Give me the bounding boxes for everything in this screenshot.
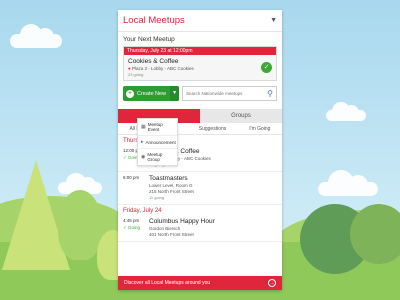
cloud bbox=[318, 170, 378, 196]
create-new-label: Create New bbox=[137, 90, 167, 97]
chevron-down-icon[interactable]: ▼ bbox=[170, 86, 180, 101]
next-meetup-location: ● Plaza 3 - Lobby - ABC Cookies bbox=[128, 66, 272, 71]
check-icon: ✓ bbox=[261, 62, 272, 73]
event-time-column: 6:00 pm bbox=[123, 175, 149, 200]
event-time: 6:00 pm bbox=[123, 175, 140, 180]
menu-item-meetup-event[interactable]: ▦ Meetup Event bbox=[138, 119, 177, 136]
action-bar: + Create New ▼ Search Nationwide meetups… bbox=[118, 81, 282, 101]
group-icon: ◉ bbox=[141, 154, 146, 160]
tree bbox=[350, 204, 400, 264]
arrow-right-icon: → bbox=[268, 279, 276, 287]
page-title: Local Meetups bbox=[123, 15, 185, 26]
event-info: Toastmasters Lower Level, Room G 215 Nor… bbox=[149, 175, 277, 200]
subtab-im-going[interactable]: I'm Going bbox=[249, 126, 270, 132]
meetups-panel: Local Meetups ▼ Your Next Meetup Thursda… bbox=[118, 10, 282, 290]
location-pin-icon: ● bbox=[128, 66, 131, 71]
discover-footer[interactable]: Discover all Local Meetups around you → bbox=[118, 276, 282, 290]
list-item[interactable]: 4:45 pm ✓ Going Columbus Happy Hour Gord… bbox=[118, 215, 282, 242]
menu-item-label: Meetup Event bbox=[147, 122, 163, 132]
cloud bbox=[10, 24, 62, 48]
going-label: Going bbox=[128, 225, 141, 230]
next-meetup-going: 23 going bbox=[128, 72, 144, 77]
menu-item-meetup-group[interactable]: ◉ Meetup Group bbox=[138, 149, 177, 165]
next-meetup-heading: Your Next Meetup bbox=[123, 36, 175, 43]
cloud bbox=[326, 102, 366, 121]
tab-groups[interactable]: Groups bbox=[200, 109, 282, 123]
menu-item-announcement[interactable]: ▸ Announcement bbox=[138, 136, 177, 149]
footer-label: Discover all Local Meetups around you bbox=[124, 280, 211, 286]
event-title: Toastmasters bbox=[149, 175, 188, 182]
next-meetup-location-text: Plaza 3 - Lobby - ABC Cookies bbox=[131, 66, 194, 71]
going-badge: ✓ Going bbox=[123, 225, 141, 230]
event-detail: Gordon Biersch bbox=[149, 226, 181, 231]
day-heading: Friday, July 24 bbox=[123, 208, 162, 214]
list-item[interactable]: 6:00 pm Toastmasters Lower Level, Room G… bbox=[118, 172, 282, 205]
panel-header[interactable]: Local Meetups ▼ bbox=[118, 10, 282, 32]
plus-icon: + bbox=[126, 89, 134, 98]
search-icon[interactable]: ⚲ bbox=[267, 89, 273, 98]
next-meetup-section: Your Next Meetup Thursday, July 23 at 12… bbox=[118, 32, 282, 81]
tree bbox=[58, 190, 102, 260]
next-meetup-body: Cookies & Coffee ● Plaza 3 - Lobby - ABC… bbox=[124, 55, 276, 80]
menu-item-label: Announcement bbox=[145, 139, 176, 145]
event-time: 4:45 pm bbox=[123, 218, 140, 223]
next-meetup-date: Thursday, July 23 at 12:00pm bbox=[124, 47, 276, 55]
event-detail: 401 North Front Street bbox=[149, 232, 194, 237]
create-menu: ▦ Meetup Event ▸ Announcement ◉ Meetup Grou… bbox=[137, 118, 178, 166]
event-title: Columbus Happy Hour bbox=[149, 218, 215, 225]
event-going-count: 11 going bbox=[149, 195, 165, 200]
menu-item-label: Meetup Group bbox=[147, 152, 163, 162]
event-time-column: 4:45 pm ✓ Going bbox=[123, 218, 149, 237]
next-meetup-title: Cookies & Coffee bbox=[128, 58, 179, 65]
create-new-button[interactable]: + Create New ▼ bbox=[123, 86, 180, 101]
megaphone-icon: ▸ bbox=[141, 139, 144, 145]
next-meetup-card[interactable]: Thursday, July 23 at 12:00pm Cookies & C… bbox=[123, 46, 277, 81]
search-placeholder: Search Nationwide meetups bbox=[186, 91, 243, 96]
event-detail: Lower Level, Room G bbox=[149, 183, 193, 188]
chevron-down-icon[interactable]: ▼ bbox=[270, 17, 277, 24]
event-detail: 215 North Front Street bbox=[149, 189, 194, 194]
search-input[interactable]: Search Nationwide meetups ⚲ bbox=[182, 86, 277, 101]
subtab-suggestions[interactable]: Suggestions bbox=[199, 126, 227, 132]
event-info: Columbus Happy Hour Gordon Biersch 401 N… bbox=[149, 218, 277, 237]
calendar-icon: ▦ bbox=[141, 124, 146, 130]
